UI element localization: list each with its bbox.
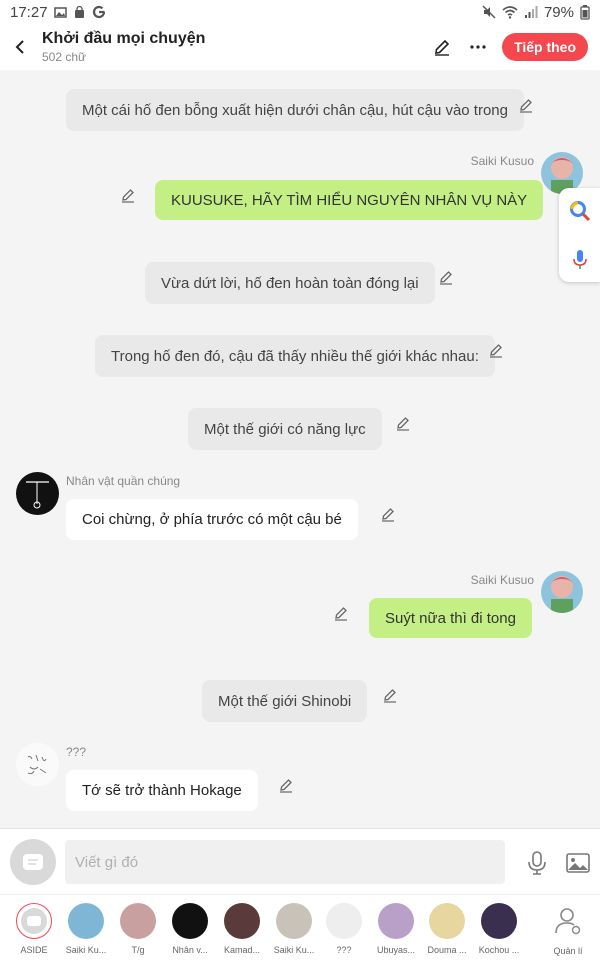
signal-icon — [524, 6, 538, 18]
character-item[interactable]: Ubuyas... — [370, 903, 422, 955]
status-bar: 17:27 79% — [0, 0, 600, 24]
pencil-icon[interactable] — [488, 342, 504, 358]
character-label: Kochou ... — [478, 945, 520, 955]
avatar — [481, 903, 517, 939]
character-label: Saiki Ku... — [65, 945, 107, 955]
message-text: Coi chừng, ở phía trước có một cậu bé — [82, 511, 342, 528]
battery-icon — [580, 4, 590, 20]
pencil-icon[interactable] — [278, 777, 294, 793]
character-item[interactable]: Kochou ... — [473, 903, 525, 955]
pencil-icon[interactable] — [333, 605, 349, 621]
narration-bubble: Một thế giới có năng lực — [188, 408, 382, 450]
story-title: Khởi đầu mọi chuyện — [42, 30, 206, 47]
character-item[interactable]: Kamad... — [216, 903, 268, 955]
my-message-bubble: KUUSUKE, HÃY TÌM HIỂU NGUYÊN NHÂN VỤ NÀY — [155, 180, 544, 220]
other-message-bubble: Tớ sẽ trở thành Hokage — [66, 770, 258, 811]
narration-bubble: Một thế giới Shinobi — [202, 680, 368, 722]
avatar — [172, 903, 208, 939]
back-button[interactable] — [2, 24, 38, 70]
pencil-icon[interactable] — [518, 97, 534, 113]
avatar — [68, 903, 104, 939]
avatar[interactable] — [541, 571, 583, 613]
assistant-panel — [559, 188, 600, 282]
attach-button[interactable] — [10, 839, 56, 885]
character-label: Kamad... — [223, 945, 261, 955]
avatar — [276, 903, 312, 939]
avatar — [429, 903, 465, 939]
more-icon — [470, 45, 486, 49]
bag-icon — [74, 5, 84, 18]
message-text: Một cái hố đen bỗng xuất hiện dưới chân … — [82, 101, 508, 119]
character-label: ASIDE — [20, 945, 48, 955]
edit-button[interactable] — [430, 35, 454, 59]
avatar[interactable] — [16, 743, 59, 786]
message-text: Vừa dứt lời, hố đen hoàn toàn đóng lại — [161, 274, 419, 292]
pencil-icon[interactable] — [395, 415, 411, 431]
google-search-icon[interactable] — [569, 200, 591, 222]
other-message-bubble: Coi chừng, ở phía trước có một cậu bé — [66, 499, 358, 540]
avatar — [120, 903, 156, 939]
message-input[interactable] — [65, 840, 505, 884]
character-item[interactable]: Douma ... — [421, 903, 473, 955]
avatar — [224, 903, 260, 939]
manage-characters-button[interactable]: Quản lí — [542, 903, 594, 956]
chat-area[interactable]: Một cái hố đen bỗng xuất hiện dưới chân … — [0, 70, 600, 828]
character-item[interactable]: Nhân v... — [164, 903, 216, 955]
character-label: Douma ... — [427, 945, 467, 955]
character-item[interactable]: Saiki Ku... — [268, 903, 320, 955]
pencil-icon — [435, 39, 450, 56]
microphone-icon[interactable] — [569, 248, 591, 270]
more-button[interactable] — [466, 35, 490, 59]
character-label: T/g — [131, 945, 145, 955]
image-icon[interactable] — [565, 850, 591, 876]
google-icon — [92, 5, 105, 19]
word-count: 502 chữ — [42, 50, 87, 64]
character-label: Saiki Ku... — [273, 945, 315, 955]
character-label: ??? — [336, 945, 352, 955]
pencil-icon[interactable] — [380, 506, 396, 522]
battery-percent: 79% — [543, 3, 574, 21]
microphone-icon[interactable] — [524, 850, 550, 876]
image-icon — [53, 6, 67, 18]
message-text: Suýt nữa thì đi tong — [385, 609, 516, 627]
message-text: Tớ sẽ trở thành Hokage — [82, 782, 242, 799]
header: Khởi đầu mọi chuyện 502 chữ Tiếp theo — [0, 24, 600, 70]
character-bar: ASIDE Saiki Ku... T/g Nhân v... Kamad...… — [0, 894, 600, 960]
aside-avatar — [16, 903, 52, 939]
message-text: KUUSUKE, HÃY TÌM HIỂU NGUYÊN NHÂN VỤ NÀY — [171, 191, 528, 209]
message-text: Một thế giới có năng lực — [204, 420, 366, 438]
character-item[interactable]: Saiki Ku... — [60, 903, 112, 955]
avatar — [378, 903, 414, 939]
sender-name: Saiki Kusuo — [470, 154, 534, 168]
input-bar — [0, 828, 600, 894]
wifi-icon — [502, 6, 518, 19]
chevron-left-icon — [15, 40, 24, 54]
message-box-icon — [21, 908, 47, 934]
character-aside[interactable]: ASIDE — [8, 903, 60, 955]
my-message-bubble: Suýt nữa thì đi tong — [369, 598, 532, 638]
manage-label: Quản lí — [553, 946, 583, 956]
avatar[interactable] — [16, 472, 59, 515]
character-label: Ubuyas... — [376, 945, 416, 955]
narration-bubble: Vừa dứt lời, hố đen hoàn toàn đóng lại — [145, 262, 435, 304]
pencil-icon[interactable] — [438, 269, 454, 285]
narration-bubble: Trong hố đen đó, cậu đã thấy nhiều thế g… — [95, 335, 495, 377]
narration-bubble: Một cái hố đen bỗng xuất hiện dưới chân … — [66, 89, 524, 131]
follow-button[interactable]: Tiếp theo — [502, 33, 588, 61]
character-label: Nhân v... — [172, 945, 208, 955]
character-item[interactable]: T/g — [112, 903, 164, 955]
sender-name: Nhân vật quần chúng — [66, 474, 181, 488]
pencil-icon[interactable] — [382, 687, 398, 703]
message-text: Trong hố đen đó, cậu đã thấy nhiều thế g… — [111, 347, 479, 365]
user-settings-icon — [555, 908, 581, 935]
pencil-icon[interactable] — [120, 187, 136, 203]
character-item[interactable]: ??? — [318, 903, 370, 955]
mute-icon — [482, 5, 496, 19]
message-text: Một thế giới Shinobi — [218, 692, 352, 710]
status-time: 17:27 — [10, 3, 48, 21]
avatar — [326, 903, 362, 939]
message-box-icon — [23, 854, 43, 870]
sender-name: ??? — [66, 745, 87, 759]
sender-name: Saiki Kusuo — [470, 573, 534, 587]
